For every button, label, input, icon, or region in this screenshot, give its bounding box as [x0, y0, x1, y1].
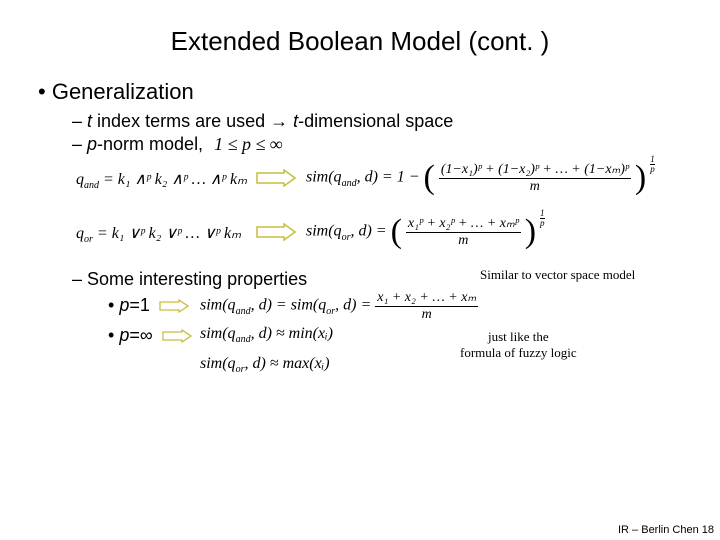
bullet-generalization: Generalization	[38, 79, 690, 105]
bullet-p1: p=1	[108, 295, 193, 316]
formula-qand-lhs: qand = k₁ ∧ᵖ k₂ ∧ᵖ … ∧ᵖ kₘ	[76, 169, 247, 191]
slide-footer: IR – Berlin Chen 18	[618, 524, 714, 536]
formula-p1: sim(qand, d) = sim(qor, d) = x₁ + x₂ + ……	[200, 289, 478, 323]
note-fuzzy-logic: just like the formula of fuzzy logic	[460, 329, 577, 361]
range-formula: 1 ≤ p ≤ ∞	[214, 134, 283, 154]
formula-qor-lhs: qor = k₁ ∨ᵖ k₂ ∨ᵖ … ∨ᵖ kₘ	[76, 223, 241, 245]
formula-pinf-or: sim(qor, d) ≈ max(xᵢ)	[200, 355, 330, 375]
bullet-p-norm: p-norm model, 1 ≤ p ≤ ∞	[72, 134, 690, 155]
properties-block: Some interesting properties Similar to v…	[30, 267, 690, 407]
italic-p: p	[87, 134, 97, 154]
formula-sim-and: sim(qand, d) = 1 − ( (1−x₁)ᵖ + (1−x₂)ᵖ +…	[306, 161, 655, 195]
formula-sim-or: sim(qor, d) = ( x₁ᵖ + x₂ᵖ + … + xₘᵖ m ) …	[306, 215, 545, 249]
note-vector-space: Similar to vector space model	[480, 267, 635, 283]
arrow-right-icon-3	[159, 299, 189, 313]
slide-title: Extended Boolean Model (cont. )	[30, 26, 690, 57]
arrow-right-icon-4	[162, 329, 192, 343]
pnorm-post: -norm model,	[97, 134, 208, 154]
arrow-right-icon	[256, 169, 296, 187]
formula-zone: qand = k₁ ∧ᵖ k₂ ∧ᵖ … ∧ᵖ kₘ sim(qand, d) …	[76, 157, 690, 267]
bullet-properties: Some interesting properties	[72, 269, 307, 290]
formula-pinf-and: sim(qand, d) ≈ min(xᵢ)	[200, 325, 333, 345]
bullet-t-index: t index terms are used → t-dimensional s…	[72, 111, 690, 132]
infinity-icon: ∞	[140, 325, 153, 345]
arrow-right-icon-2	[256, 223, 296, 241]
tindex-mid: index terms are used →	[92, 111, 293, 131]
bullet-pinf: p=∞	[108, 325, 196, 346]
tindex-post: -dimensional space	[298, 111, 453, 131]
